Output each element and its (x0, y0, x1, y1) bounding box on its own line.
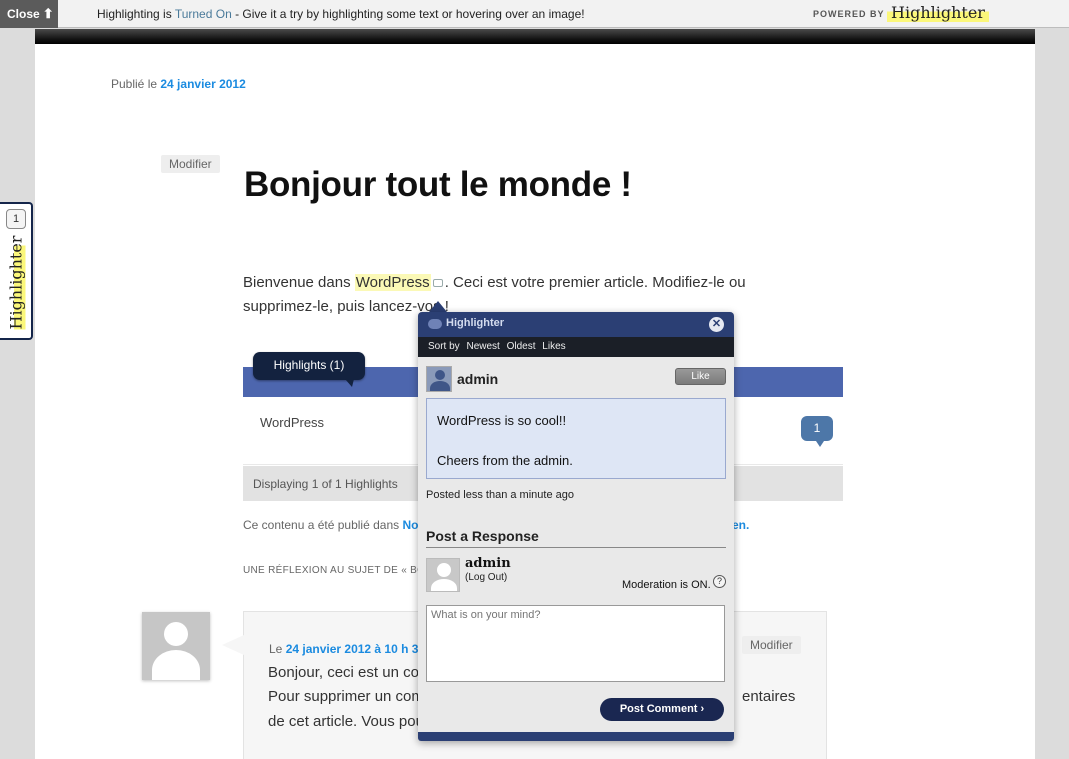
avatar-body-shape (431, 579, 457, 591)
post-title: Bonjour tout le monde ! (244, 165, 632, 204)
published-date-link[interactable]: 24 janvier 2012 (160, 77, 245, 91)
avatar-head-shape (437, 563, 451, 577)
highlighter-logo[interactable]: Highlighter (887, 3, 989, 22)
avatar-body-shape (152, 650, 200, 680)
comment-meta: Le 24 janvier 2012 à 10 h 3 (269, 642, 418, 656)
highlight-comment-line: WordPress is so cool!! (437, 413, 567, 428)
filed-text: Ce contenu a été publié dans (243, 518, 403, 532)
filed-tail[interactable]: en. (732, 518, 749, 532)
popup-caret (429, 301, 447, 312)
post-response-heading: Post a Response (426, 528, 539, 544)
category-link[interactable]: No (402, 518, 418, 532)
comment-avatar (142, 612, 210, 680)
comment-text-line: Bonjour, ceci est un co (268, 664, 419, 681)
like-button[interactable]: Like (675, 368, 726, 385)
comment-text-line: de cet article. Vous pou (268, 713, 424, 730)
divider (426, 547, 726, 548)
edit-comment-button[interactable]: Modifier (742, 636, 801, 654)
highlighter-popup: Highlighter ✕ Sort by Newest Oldest Like… (418, 312, 734, 741)
popup-header: Highlighter ✕ (418, 312, 734, 337)
avatar-head-shape (435, 370, 445, 380)
status-value: Turned On (174, 7, 232, 21)
post-comment-button[interactable]: Post Comment › (600, 698, 724, 721)
sort-option-likes[interactable]: Likes (542, 341, 565, 352)
comment-bubble-icon[interactable] (432, 279, 443, 288)
close-icon[interactable]: ✕ (709, 317, 724, 332)
comment-notch (222, 635, 244, 655)
highlighted-text[interactable]: WordPress (354, 274, 431, 291)
moderation-status: Moderation is ON. (622, 579, 711, 591)
published-prefix: Publié le (111, 77, 161, 91)
responder-avatar (426, 558, 460, 592)
user-avatar (426, 366, 452, 392)
powered-by-label: POWERED BY (813, 9, 885, 19)
edit-post-button[interactable]: Modifier (161, 155, 220, 173)
highlights-tab[interactable]: Highlights (1) (253, 352, 365, 387)
side-tab-count-badge[interactable]: 1 (6, 209, 26, 229)
sort-label: Sort by (428, 341, 460, 352)
posted-timestamp: Posted less than a minute ago (426, 489, 574, 501)
sort-bar: Sort by Newest Oldest Likes (418, 337, 734, 357)
status-prefix: Highlighting is (97, 7, 175, 21)
highlighter-top-bar: Close ⬆ Highlighting is Turned On - Give … (0, 0, 1069, 28)
status-suffix: - Give it a try by highlighting some tex… (231, 7, 585, 21)
help-icon[interactable]: ? (713, 575, 726, 588)
highlight-comment-line: Cheers from the admin. (437, 453, 573, 468)
responder-name: admin (465, 556, 511, 571)
header-band (35, 29, 1035, 44)
logout-link[interactable]: (Log Out) (465, 572, 507, 583)
comments-heading: UNE RÉFLEXION AU SUJET DE « BO (243, 565, 426, 576)
comment-text-line: Pour supprimer un com (268, 688, 424, 705)
response-input[interactable] (426, 605, 725, 682)
close-button[interactable]: Close ⬆ (0, 0, 58, 28)
sort-option-newest[interactable]: Newest (466, 341, 499, 352)
avatar-body-shape (430, 381, 450, 391)
avatar-head-shape (164, 622, 188, 646)
post-published-date: Publié le 24 janvier 2012 (111, 77, 246, 91)
filed-under: Ce contenu a été publié dans No (243, 518, 418, 532)
highlight-count-badge[interactable]: 1 (801, 416, 833, 447)
body-text-before: Bienvenue dans (243, 274, 355, 291)
highlight-row-label[interactable]: WordPress (260, 415, 324, 430)
comment-text-line-tail: entaires (742, 688, 796, 705)
comment-date-link[interactable]: 24 janvier 2012 à 10 h 3 (286, 642, 419, 656)
popup-footer (418, 732, 734, 741)
sort-option-oldest[interactable]: Oldest (507, 341, 536, 352)
comment-meta-prefix: Le (269, 642, 286, 656)
highlight-comment: WordPress is so cool!! Cheers from the a… (426, 398, 726, 479)
side-tab-logo[interactable]: Highlighter (6, 236, 26, 330)
highlights-footer-text: Displaying 1 of 1 Highlights (253, 477, 398, 491)
arrow-up-icon: ⬆ (42, 6, 54, 21)
status-message: Highlighting is Turned On - Give it a tr… (97, 7, 585, 21)
close-label: Close (7, 7, 40, 21)
speech-bubble-icon (428, 319, 442, 329)
highlight-author[interactable]: admin (457, 371, 498, 387)
popup-title: Highlighter (446, 317, 505, 329)
